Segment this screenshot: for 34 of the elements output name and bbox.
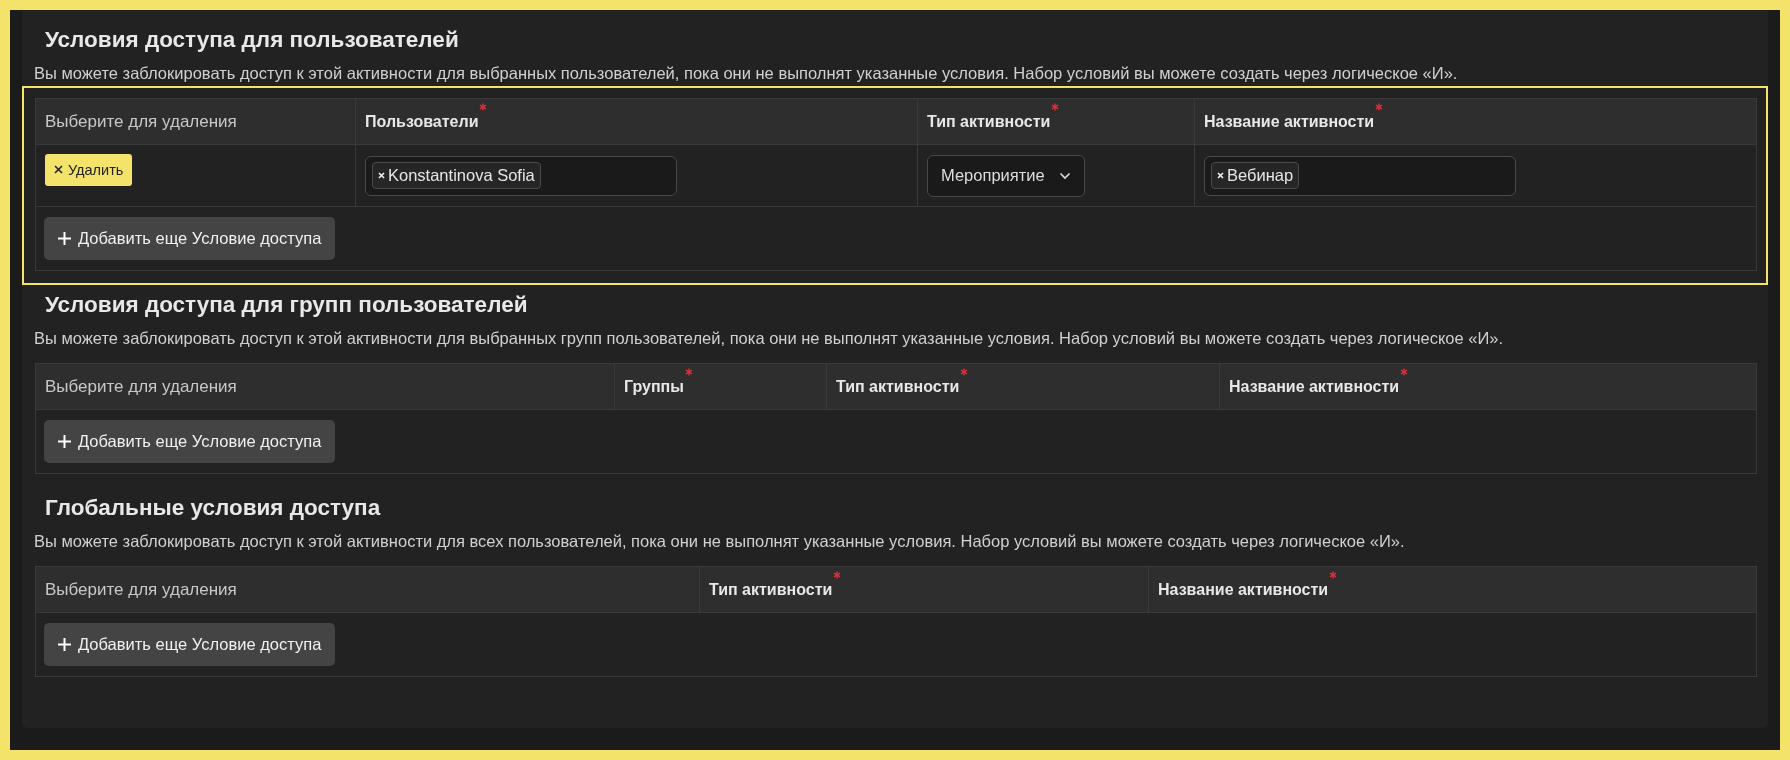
add-condition-button[interactable]: Добавить еще Условие доступа bbox=[44, 217, 336, 260]
remove-icon[interactable] bbox=[378, 172, 385, 179]
plus-icon bbox=[58, 232, 71, 245]
add-condition-button[interactable]: Добавить еще Условие доступа bbox=[44, 623, 336, 666]
column-header: Тип активности bbox=[709, 580, 833, 599]
section-title: Условия доступа для групп пользователей bbox=[45, 291, 529, 319]
chevron-down-icon bbox=[1058, 171, 1071, 180]
tag-input-field[interactable]: Вебинар bbox=[1204, 155, 1516, 196]
add-condition-button[interactable]: Добавить еще Условие доступа bbox=[44, 420, 336, 463]
section-title: Условия доступа для пользователей bbox=[45, 26, 460, 54]
column-header: Группы bbox=[624, 377, 684, 396]
plus-icon bbox=[58, 435, 71, 448]
remove-icon[interactable] bbox=[1217, 172, 1224, 179]
column-header: Выберите для удаления bbox=[45, 376, 237, 397]
column-header: Название активности bbox=[1204, 112, 1375, 131]
section-description: Вы можете заблокировать доступ к этой активности для выбранных пользователей, пока они не выполнят указанные условия. Набор условий вы можете создать через логическое «И». bbox=[34, 63, 1459, 84]
column-header: Тип активности bbox=[836, 377, 960, 396]
activity-type-dropdown[interactable]: Мероприятие bbox=[927, 154, 1085, 197]
tag-label: Вебинар bbox=[1227, 166, 1294, 185]
section-title: Глобальные условия доступа bbox=[45, 494, 382, 522]
section-description: Вы можете заблокировать доступ к этой активности для выбранных групп пользователей, пока они не выполнят указанные условия. Набор условий вы можете создать через логическое «И». bbox=[34, 328, 1505, 349]
column-header: Выберите для удаления bbox=[45, 579, 237, 600]
close-icon bbox=[54, 165, 63, 174]
column-header: Выберите для удаления bbox=[45, 111, 237, 132]
delete-button[interactable]: Удалить bbox=[45, 153, 133, 186]
tag-label: Konstantinova Sofia bbox=[388, 166, 535, 185]
column-header: Название активности bbox=[1229, 377, 1400, 396]
tag-input-field[interactable]: Konstantinova Sofia bbox=[365, 155, 677, 196]
column-header: Название активности bbox=[1158, 580, 1329, 599]
plus-icon bbox=[58, 638, 71, 651]
dropdown-value: Мероприятие bbox=[941, 166, 1045, 185]
column-header: Пользователи bbox=[365, 112, 479, 131]
column-header: Тип активности bbox=[927, 112, 1051, 131]
section-description: Вы можете заблокировать доступ к этой активности для всех пользователей, пока они не выполнят указанные условия. Набор условий вы можете создать через логическое «И». bbox=[34, 531, 1406, 552]
